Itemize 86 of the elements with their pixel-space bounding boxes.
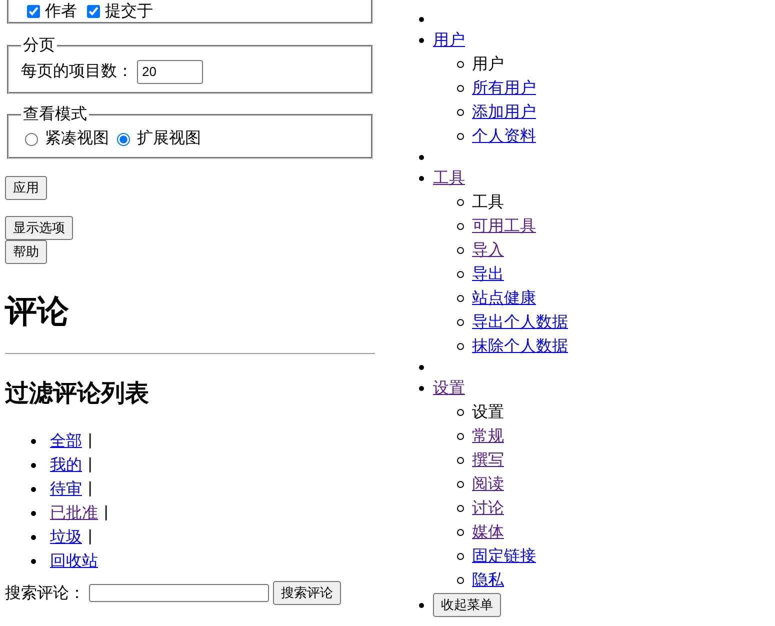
status-link[interactable]: 我的 [50, 454, 82, 476]
bullet-icon [457, 108, 464, 116]
bullet-icon [457, 342, 464, 350]
bullet-icon [419, 38, 424, 42]
bullet-icon [457, 198, 464, 206]
status-link[interactable]: 垃圾 [50, 526, 82, 548]
submenu-item[interactable]: 媒体 [472, 522, 504, 542]
submenu-item[interactable]: 抹除个人数据 [472, 336, 568, 356]
column-checkbox[interactable] [87, 4, 100, 18]
submenu-item[interactable]: 导入 [472, 240, 504, 260]
column-label: 作者 [45, 2, 77, 22]
page-title: 评论 [5, 292, 70, 331]
column-checkbox[interactable] [27, 4, 40, 18]
submenu-item[interactable]: 设置 [472, 402, 504, 422]
bullet-icon [419, 386, 424, 390]
bullet-icon [457, 480, 464, 488]
link-separator: | [88, 432, 92, 450]
bullet-icon [31, 558, 36, 564]
submenu-item[interactable]: 工具 [472, 192, 504, 212]
bullet-icon [419, 176, 424, 180]
bullet-icon [419, 602, 424, 608]
link-separator: | [88, 480, 92, 498]
menu-item[interactable]: 设置 [433, 378, 465, 398]
link-separator: | [88, 528, 92, 546]
per-page-field[interactable]: 20 [137, 60, 203, 84]
search-button[interactable]: 搜索评论 [273, 581, 341, 605]
submenu-item[interactable]: 个人资料 [472, 126, 536, 146]
submenu-item[interactable]: 所有用户 [472, 78, 536, 98]
submenu-item[interactable]: 用户 [472, 54, 504, 74]
submenu-item[interactable]: 常规 [472, 426, 504, 446]
bullet-icon [457, 408, 464, 416]
fieldset-legend: 查看模式 [21, 104, 89, 125]
apply-button[interactable]: 应用 [5, 176, 47, 200]
status-link[interactable]: 全部 [50, 430, 82, 452]
submenu-item[interactable]: 添加用户 [472, 102, 536, 122]
bullet-icon [457, 246, 464, 254]
bullet-icon [457, 432, 464, 440]
bullet-icon [31, 534, 36, 540]
bullet-icon [457, 504, 464, 512]
bullet-icon [457, 270, 464, 278]
submenu-item[interactable]: 固定链接 [472, 546, 536, 566]
search-label: 搜索评论： [5, 584, 85, 604]
screen-tab-button[interactable]: 帮助 [5, 240, 47, 264]
bullet-icon [419, 16, 424, 22]
bullet-icon [457, 84, 464, 92]
bullet-icon [457, 132, 464, 140]
submenu-item[interactable]: 导出 [472, 264, 504, 284]
per-page-label: 每页的项目数： [21, 62, 133, 82]
bullet-icon [31, 438, 36, 444]
submenu-item[interactable]: 讨论 [472, 498, 504, 518]
submenu-item[interactable]: 撰写 [472, 450, 504, 470]
view-mode-label: 扩展视图 [137, 129, 201, 149]
column-label: 提交于 [105, 2, 153, 22]
bullet-icon [31, 462, 36, 468]
search-field[interactable] [89, 584, 269, 602]
fieldset-legend: 分页 [21, 35, 57, 56]
submenu-item[interactable]: 站点健康 [472, 288, 536, 308]
submenu-item[interactable]: 可用工具 [472, 216, 536, 236]
bullet-icon [457, 294, 464, 302]
submenu-item[interactable]: 导出个人数据 [472, 312, 568, 332]
status-link[interactable]: 回收站 [50, 550, 98, 572]
screen-tab-button[interactable]: 显示选项 [5, 216, 73, 240]
bullet-icon [457, 222, 464, 230]
bullet-icon [457, 456, 464, 464]
link-separator: | [104, 504, 108, 522]
bullet-icon [31, 510, 36, 516]
bullet-icon [457, 318, 464, 326]
bullet-icon [457, 552, 464, 560]
submenu-item[interactable]: 隐私 [472, 570, 504, 590]
bullet-icon [419, 154, 424, 160]
bullet-icon [457, 576, 464, 584]
bullet-icon [457, 528, 464, 536]
submenu-item[interactable]: 阅读 [472, 474, 504, 494]
collapse-menu-button[interactable]: 收起菜单 [433, 593, 501, 617]
view-mode-radio[interactable] [25, 132, 38, 146]
status-link[interactable]: 待审 [50, 478, 82, 500]
view-mode-radio[interactable] [117, 132, 130, 146]
menu-item[interactable]: 用户 [433, 30, 465, 50]
bullet-icon [31, 486, 36, 492]
status-link[interactable]: 已批准 [50, 502, 98, 524]
link-separator: | [88, 456, 92, 474]
menu-item[interactable]: 工具 [433, 168, 465, 188]
filter-heading: 过滤评论列表 [5, 380, 150, 408]
view-mode-label: 紧凑视图 [45, 129, 109, 149]
bullet-icon [419, 364, 424, 370]
bullet-icon [457, 60, 464, 68]
